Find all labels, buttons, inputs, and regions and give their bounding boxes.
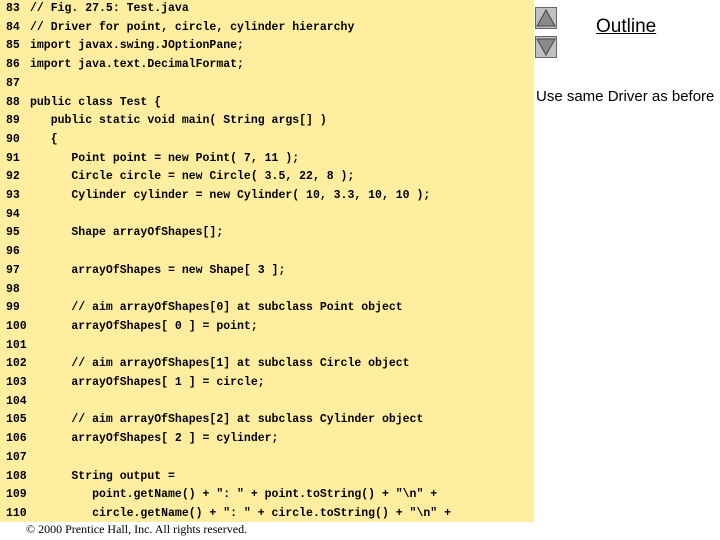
code-line: 108 String output =	[0, 468, 175, 487]
code-listing-panel: 83 // Fig. 27.5: Test.java 84 // Driver for…	[0, 0, 534, 522]
code-line: 109 point.getName() + ": " + point.toStr…	[0, 486, 437, 505]
code-text: arrayOfShapes[ 1 ] = circle;	[30, 376, 265, 389]
copyright-footer: © 2000 Prentice Hall, Inc. All rights re…	[26, 522, 248, 536]
code-text: arrayOfShapes[ 2 ] = cylinder;	[30, 432, 279, 446]
code-text: Shape arrayOfShapes[];	[30, 226, 224, 240]
line-number: 93	[6, 189, 20, 202]
line-number: 91	[6, 151, 20, 165]
line-number: 109	[6, 488, 27, 502]
code-text: {	[30, 132, 58, 146]
code-line: 86 import java.text.DecimalFormat;	[0, 56, 244, 75]
code-text: circle.getName() + ": " + circle.toStrin…	[30, 506, 451, 520]
code-text: // aim arrayOfShapes[0] at subclass Poin…	[30, 301, 403, 315]
line-number: 83	[6, 2, 20, 15]
code-line: 88 public class Test {	[0, 94, 161, 113]
code-text: public class Test {	[30, 95, 162, 109]
line-number: 99	[6, 301, 20, 315]
code-line: 90 {	[0, 131, 58, 150]
previous-slide-button[interactable]	[535, 7, 557, 29]
code-line: 85 import javax.swing.JOptionPane;	[0, 37, 244, 56]
code-line: 98	[0, 281, 30, 300]
line-number: 104	[6, 394, 27, 408]
code-line: 99 // aim arrayOfShapes[0] at subclass P…	[0, 299, 403, 318]
code-text: // Driver for point, circle, cylinder hi…	[30, 20, 355, 34]
code-text: // Fig. 27.5: Test.java	[30, 2, 189, 15]
code-line: 107	[0, 449, 30, 468]
line-number: 86	[6, 58, 20, 72]
line-number: 103	[6, 376, 27, 389]
line-number: 92	[6, 170, 20, 184]
code-text: Point point = new Point( 7, 11 );	[30, 151, 300, 165]
code-text: point.getName() + ": " + point.toString(…	[30, 488, 438, 502]
code-line: 84 // Driver for point, circle, cylinder …	[0, 19, 354, 38]
code-line: 101	[0, 337, 30, 356]
code-line: 96	[0, 243, 30, 262]
line-number: 95	[6, 226, 20, 240]
triangle-down-icon	[536, 38, 556, 57]
code-line: 97 arrayOfShapes = new Shape[ 3 ];	[0, 262, 285, 281]
line-number: 88	[6, 95, 20, 109]
code-line: 89 public static void main( String args[…	[0, 112, 327, 131]
code-line: 102 // aim arrayOfShapes[1] at subclass …	[0, 355, 410, 374]
line-number: 98	[6, 282, 20, 296]
line-number: 84	[6, 20, 20, 34]
code-line: 105 // aim arrayOfShapes[2] at subclass …	[0, 411, 423, 430]
code-text: public static void main( String args[] )	[30, 114, 327, 128]
line-number: 96	[6, 245, 20, 259]
outline-title[interactable]: Outline	[596, 16, 656, 38]
code-line: 104	[0, 393, 30, 412]
code-text: import java.text.DecimalFormat;	[30, 58, 244, 72]
code-line: 100 arrayOfShapes[ 0 ] = point;	[0, 318, 258, 337]
code-text: arrayOfShapes[ 0 ] = point;	[30, 319, 258, 333]
code-text: // aim arrayOfShapes[2] at subclass Cyli…	[30, 413, 424, 427]
line-number: 90	[6, 132, 20, 146]
line-number: 102	[6, 357, 27, 371]
code-text: Cylinder cylinder = new Cylinder( 10, 3.…	[30, 189, 431, 202]
line-number: 107	[6, 450, 27, 464]
code-line: 103 arrayOfShapes[ 1 ] = circle;	[0, 374, 265, 393]
code-line: 87	[0, 75, 30, 94]
code-line: 94	[0, 206, 30, 225]
line-number: 97	[6, 263, 20, 277]
line-number: 108	[6, 469, 27, 483]
code-line: 91 Point point = new Point( 7, 11 );	[0, 150, 299, 169]
line-number: 106	[6, 432, 27, 446]
line-number: 85	[6, 39, 20, 53]
next-slide-button[interactable]	[535, 36, 557, 58]
triangle-up-icon	[536, 8, 556, 27]
line-number: 100	[6, 319, 27, 333]
code-text: // aim arrayOfShapes[1] at subclass Circ…	[30, 357, 410, 371]
code-text: Circle circle = new Circle( 3.5, 22, 8 )…	[30, 170, 355, 184]
code-line: 93 Cylinder cylinder = new Cylinder( 10,…	[0, 187, 430, 206]
code-line: 83 // Fig. 27.5: Test.java	[0, 0, 189, 19]
code-text: String output =	[30, 469, 175, 483]
line-number: 101	[6, 338, 27, 352]
line-number: 89	[6, 114, 20, 128]
line-number: 87	[6, 76, 20, 90]
code-text: import javax.swing.JOptionPane;	[30, 39, 244, 53]
line-number: 105	[6, 413, 27, 427]
line-number: 94	[6, 207, 20, 221]
driver-note: Use same Driver as before	[536, 88, 715, 105]
code-line: 106 arrayOfShapes[ 2 ] = cylinder;	[0, 430, 278, 449]
code-text: arrayOfShapes = new Shape[ 3 ];	[30, 263, 286, 277]
code-line: 92 Circle circle = new Circle( 3.5, 22, …	[0, 168, 354, 187]
code-line: 95 Shape arrayOfShapes[];	[0, 224, 223, 243]
